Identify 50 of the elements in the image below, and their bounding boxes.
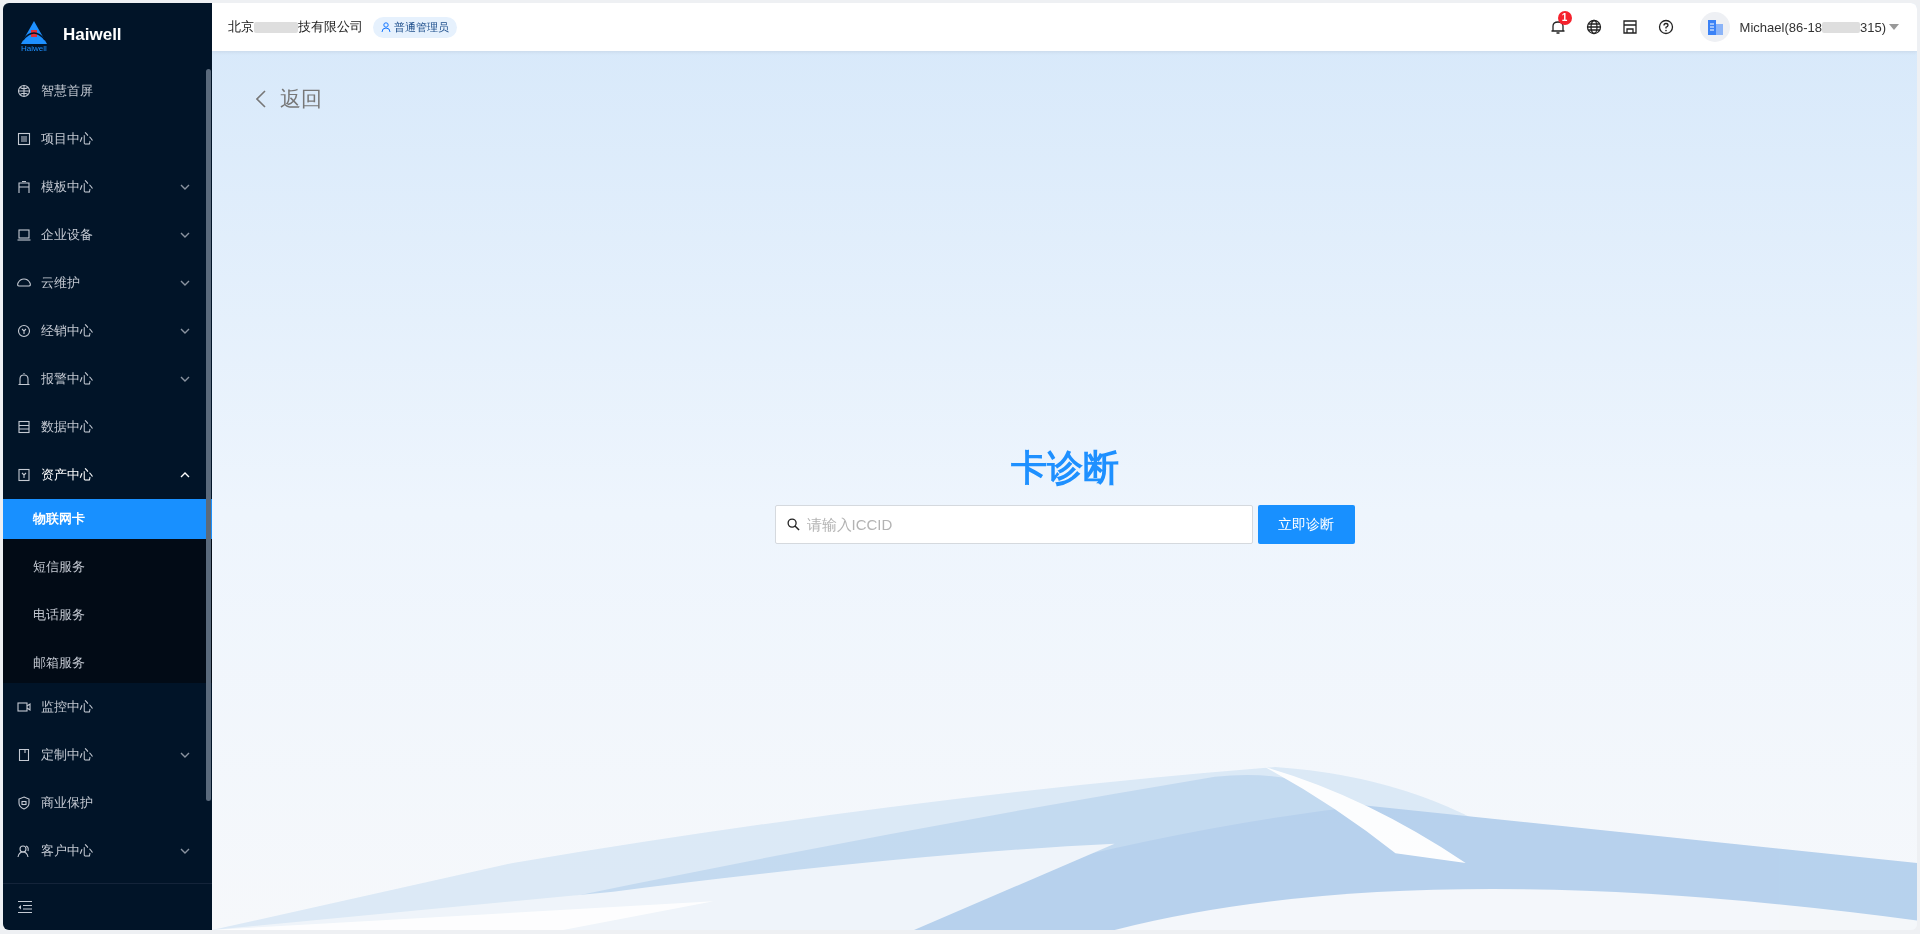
help-icon[interactable] [1657,19,1674,35]
template-icon [17,180,31,194]
camera-icon [17,700,31,714]
menu-item[interactable]: 数据中心 [3,403,212,451]
submenu-item[interactable]: 邮箱服务 [3,643,212,683]
menu-item[interactable]: 经销中心 [3,307,212,355]
shield-icon [17,796,31,810]
scrollbar[interactable] [206,69,211,801]
menu-item[interactable]: 定制中心 [3,731,212,779]
menu-item[interactable]: 模板中心 [3,163,212,211]
submenu-item[interactable]: 电话服务 [3,595,212,635]
menu-item[interactable]: 云维护 [3,259,212,307]
role-tag: 普通管理员 [373,16,457,38]
menu-item[interactable]: 资产中心 [3,451,212,499]
page-title: 卡诊断 [1010,446,1119,490]
menu-item[interactable]: 智慧首屏 [3,67,212,115]
search-field[interactable]: 请输入ICCID [774,505,1253,544]
alarm-icon [17,372,31,386]
menu-item[interactable]: 企业设备 [3,211,212,259]
globe-icon [17,84,31,98]
user-name[interactable]: Michael(86-18 [1739,19,1822,35]
user-name[interactable]: 315) [1859,19,1886,35]
blurred-text [254,21,298,33]
company-name: 北京 [228,18,254,36]
menu-item[interactable]: 客户中心 [3,827,212,875]
submenu-item[interactable]: 短信服务 [3,547,212,587]
laptop-icon [17,228,31,242]
notification-badge: 1 [1557,11,1572,25]
collapse-menu-icon[interactable] [17,900,33,914]
brand-name: Haiwell [63,25,122,45]
user-icon [381,22,391,32]
logo-caption: Haiwell [21,44,47,53]
menu-item[interactable]: 项目中心 [3,115,212,163]
blurred-text [1821,21,1860,33]
users-icon [17,844,31,858]
back-link[interactable]: 返回 [256,85,322,113]
list-icon [17,132,31,146]
avatar-icon[interactable] [1699,12,1730,42]
menu-item[interactable]: 监控中心 [3,683,212,731]
menu-item[interactable]: 商业保护 [3,779,212,827]
caret-icon[interactable] [1889,24,1899,30]
store-icon[interactable] [1621,19,1638,35]
box-icon [17,468,31,482]
cloud-icon [17,276,31,290]
database-icon [17,420,31,434]
globe-icon[interactable] [1585,19,1602,35]
menu-item[interactable]: 报警中心 [3,355,212,403]
document-icon [17,748,31,762]
notification-bell-icon[interactable] [1549,19,1566,35]
company-name: 技有限公司 [298,18,363,36]
